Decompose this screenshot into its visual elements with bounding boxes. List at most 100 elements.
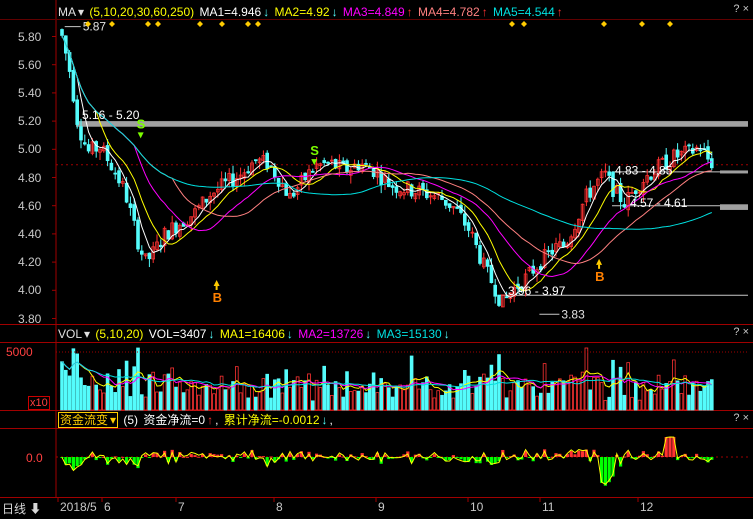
volume-bar (698, 390, 703, 411)
candle-body (447, 203, 452, 208)
volume-bar (223, 389, 228, 411)
candle-body (421, 182, 425, 190)
candle-body (710, 158, 714, 169)
volume-bar (345, 371, 349, 411)
volume-bar (489, 364, 494, 411)
candle-body (474, 232, 478, 246)
candle-body (276, 178, 281, 187)
flow-bar (702, 457, 706, 459)
volume-bar (478, 376, 482, 411)
candle-body (83, 142, 87, 145)
volume-bar (253, 396, 258, 411)
volume-bar (341, 396, 345, 411)
candle-body (345, 160, 349, 173)
candle-body (634, 190, 638, 195)
price-tick-label: 3.80 (18, 311, 42, 326)
vol-indicator-menu[interactable]: VOL (58, 327, 82, 341)
candle-body (246, 171, 251, 174)
band-label: 3.96 - 3.97 (508, 284, 566, 298)
volume-bar (124, 360, 129, 411)
x-tick-label: 10 (470, 500, 484, 514)
candle-body (326, 161, 330, 164)
volume-bar (687, 394, 691, 411)
candle-body (109, 162, 114, 171)
x-tick-label: 8 (276, 500, 283, 514)
down-arrow-icon: ↓ (208, 327, 215, 341)
period-selector[interactable]: 日线 ⬇ (2, 500, 41, 517)
ma5-value: MA5=4.544 (493, 5, 555, 19)
buy-signal: B (595, 269, 604, 284)
price-band (720, 204, 748, 210)
x-tick-label: 7 (178, 500, 185, 514)
close-icon[interactable]: × (743, 412, 749, 424)
volume-bar (117, 369, 121, 411)
down-arrow-icon: ↓ (286, 327, 293, 341)
close-icon[interactable]: × (743, 326, 749, 338)
candle-body (291, 192, 296, 197)
x-tick-label: 11 (542, 500, 555, 514)
flow-param: (5) (123, 413, 139, 427)
up-arrow-icon: ↑ (406, 5, 413, 19)
down-arrow-icon: ↓ (443, 327, 450, 341)
volume-bar (386, 387, 391, 411)
volume-bar (474, 385, 478, 411)
price-tick-label: 4.00 (18, 283, 42, 298)
background (0, 0, 753, 516)
volume-bar (364, 392, 368, 411)
stock-chart[interactable]: 5.87 3.83 5.16 - 5.20 4.83 - 4.85 4.57 - 4.6… (0, 0, 753, 516)
candle-body (158, 244, 163, 247)
volume-bar (622, 394, 627, 411)
help-icon[interactable]: ? (733, 3, 739, 15)
volume-bar (181, 392, 186, 411)
band-label: 4.57 - 4.61 (630, 196, 688, 210)
flow-bar (189, 454, 193, 457)
price-band (720, 170, 748, 174)
candle-body (231, 173, 235, 187)
candle-body (675, 149, 680, 158)
down-arrow-icon: ↓ (365, 327, 372, 341)
candle-body (493, 284, 497, 297)
candle-body (622, 204, 627, 208)
help-icon[interactable]: ? (733, 326, 739, 338)
volume-bar (109, 385, 114, 411)
band-label: 5.16 - 5.20 (82, 108, 140, 122)
volume-bar (158, 391, 163, 411)
volume-bar (284, 369, 288, 411)
volume-bar (546, 392, 551, 411)
volume-bar (390, 396, 395, 411)
volume-bar (132, 366, 137, 411)
close-icon[interactable]: × (743, 3, 749, 15)
help-icon[interactable]: ? (733, 412, 739, 424)
flow-indicator-menu[interactable]: 资金流变 ▾ (58, 412, 119, 428)
candle-body (322, 160, 326, 164)
price-tick-label: 5.00 (18, 142, 42, 157)
volume-bar (539, 392, 543, 411)
volume-bar (424, 376, 429, 411)
down-arrow-icon: ↓ (321, 413, 328, 427)
volume-bar (531, 386, 535, 411)
volume-bar (356, 390, 361, 411)
volume-bar (520, 386, 524, 411)
sell-signal: S (137, 116, 146, 131)
indicator-menu[interactable]: MA (58, 5, 76, 19)
down-arrow-icon: ↓ (263, 5, 270, 19)
flow-bar (239, 457, 243, 458)
volume-bar (493, 380, 497, 411)
candle-body (489, 264, 494, 284)
volume-bar (466, 375, 471, 411)
ma4-value: MA4=4.782 (417, 5, 480, 19)
down-arrow-icon: ↓ (331, 5, 338, 19)
x-tick-label: 2018/5 (60, 500, 97, 514)
flow-panel-buttons: ? × (733, 412, 749, 424)
price-tick-label: 4.20 (18, 255, 42, 270)
flow-net-value: 资金净流=0 (143, 413, 206, 427)
candle-body (71, 69, 76, 102)
price-legend: MA ▾ (5,10,20,30,60,250) MA1=4.946 ↓ MA2=4… (58, 5, 563, 19)
volume-bar (691, 382, 695, 411)
candle-body (113, 172, 118, 175)
volume-bar (174, 386, 178, 411)
candle-body (611, 171, 615, 197)
volume-bar (105, 373, 110, 411)
volume-bar (504, 397, 509, 411)
flow-legend: 资金流变 ▾ (5) 资金净流=0 ↑, 累计净流=-0.0012 ↓, (58, 412, 333, 428)
